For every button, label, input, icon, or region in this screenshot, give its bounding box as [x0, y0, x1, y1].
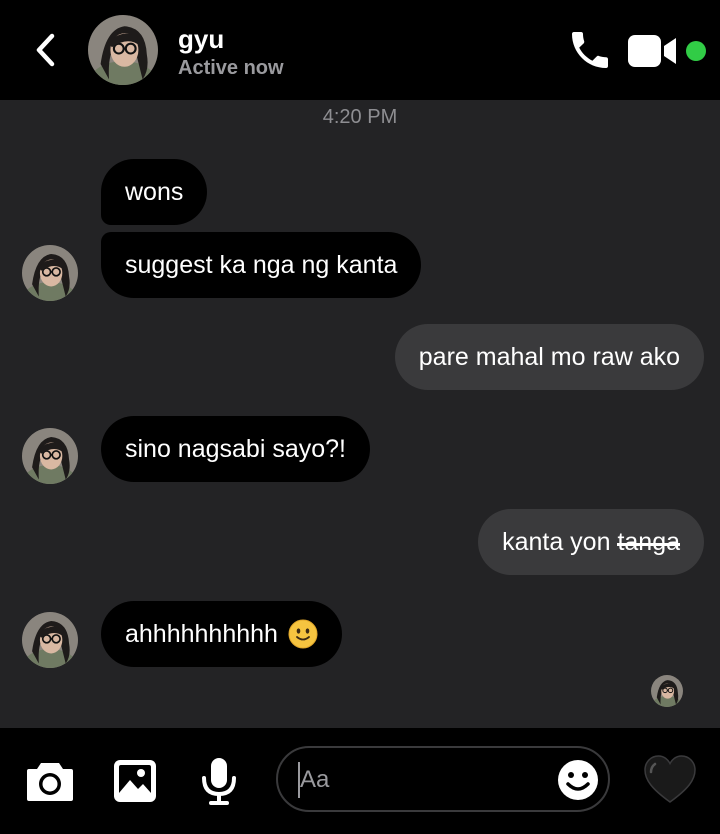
message-input[interactable] [300, 760, 540, 800]
chevron-left-icon [36, 33, 55, 67]
chat-screen: gyu Active now 4:20 PM wons suggest ka n… [0, 0, 720, 834]
message-text: wons [125, 177, 184, 206]
seen-receipt-avatar [651, 675, 683, 707]
online-indicator [686, 41, 706, 61]
emoji-button[interactable] [556, 758, 600, 802]
camera-button[interactable] [23, 754, 77, 808]
message-composer [0, 728, 720, 834]
avatar-image [88, 15, 158, 85]
emoji-icon [558, 760, 598, 800]
camera-icon [27, 763, 73, 801]
contact-avatar-small[interactable] [22, 428, 78, 484]
gallery-icon [114, 760, 156, 802]
message-field[interactable] [276, 746, 610, 812]
contact-avatar-small[interactable] [22, 245, 78, 301]
active-status: Active now [178, 57, 284, 79]
avatar-image [22, 245, 78, 301]
outgoing-message-bubble[interactable]: pare mahal mo raw ako [394, 324, 704, 390]
message-text: suggest ka nga ng kanta [125, 250, 398, 279]
chat-header: gyu Active now [0, 0, 720, 100]
voice-message-button[interactable] [192, 754, 246, 808]
message-text: sino nagsabi sayo?! [125, 434, 346, 463]
heart-icon [644, 755, 696, 803]
avatar-image [22, 612, 78, 668]
message-text: ahhhhhhhhhh [125, 619, 278, 648]
microphone-icon [202, 758, 236, 805]
incoming-message-bubble[interactable]: wons [101, 159, 208, 225]
avatar-image [651, 675, 683, 707]
avatar-image [22, 428, 78, 484]
slightly-smiling-face-icon [288, 619, 318, 649]
video-camera-icon [628, 35, 676, 67]
message-text: kanta yon [502, 527, 611, 556]
video-call-button[interactable] [626, 32, 678, 70]
message-timestamp: 4:20 PM [322, 106, 398, 128]
incoming-message-bubble[interactable]: suggest ka nga ng kanta [101, 232, 422, 298]
heart-reaction-button[interactable] [642, 752, 698, 808]
back-button[interactable] [30, 30, 60, 70]
contact-avatar-small[interactable] [22, 612, 78, 668]
outgoing-message-bubble[interactable]: kanta yon tanga [478, 509, 704, 575]
contact-avatar[interactable] [88, 15, 158, 85]
incoming-message-bubble[interactable]: sino nagsabi sayo?! [101, 416, 370, 482]
message-text: pare mahal mo raw ako [418, 342, 680, 371]
phone-icon [572, 32, 608, 68]
gallery-button[interactable] [108, 754, 162, 808]
audio-call-button[interactable] [566, 26, 614, 74]
contact-name[interactable]: gyu [178, 24, 224, 54]
incoming-message-bubble[interactable]: ahhhhhhhhhh [101, 601, 342, 667]
struck-text: tanga [617, 527, 680, 556]
